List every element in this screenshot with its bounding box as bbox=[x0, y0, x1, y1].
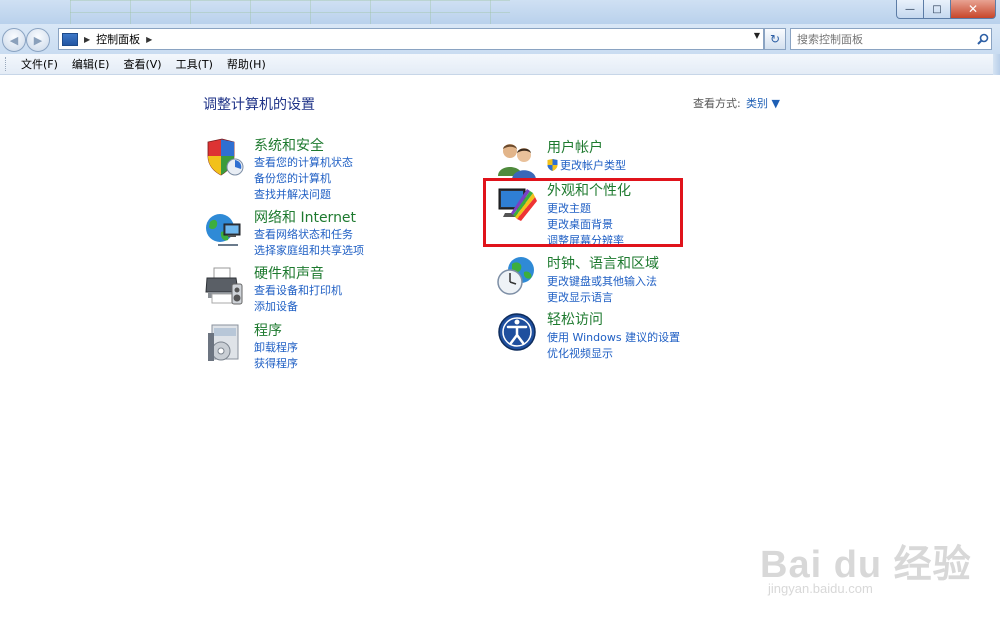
menu-help[interactable]: 帮助(H) bbox=[220, 56, 273, 72]
watermark-url: jingyan.baidu.com bbox=[768, 581, 873, 596]
highlight-box bbox=[483, 178, 683, 247]
search-icon[interactable] bbox=[977, 33, 989, 45]
link-change-display-language[interactable]: 更改显示语言 bbox=[547, 289, 613, 305]
title-bar[interactable]: — □ ✕ bbox=[0, 0, 1000, 24]
category-title[interactable]: 时钟、语言和区域 bbox=[547, 253, 659, 273]
printer-icon[interactable] bbox=[204, 266, 244, 306]
menu-tools[interactable]: 工具(T) bbox=[169, 56, 220, 72]
network-globe-icon[interactable] bbox=[204, 210, 244, 250]
maximize-button[interactable]: □ bbox=[924, 0, 951, 19]
link-view-computer-status[interactable]: 查看您的计算机状态 bbox=[254, 154, 353, 170]
link-homegroup-sharing[interactable]: 选择家庭组和共享选项 bbox=[254, 242, 364, 258]
view-by-dropdown[interactable]: 类别 ▼ bbox=[746, 95, 780, 111]
link-backup-computer[interactable]: 备份您的计算机 bbox=[254, 170, 331, 186]
watermark-logo: Bai du 经验 bbox=[760, 544, 972, 586]
view-by-label: 查看方式: bbox=[693, 97, 741, 110]
navigation-bar: ◀ ▶ ▶ 控制面板 ▶ ▼ ↻ bbox=[0, 24, 1000, 54]
link-add-device[interactable]: 添加设备 bbox=[254, 298, 298, 314]
close-button[interactable]: ✕ bbox=[951, 0, 996, 19]
page-title: 调整计算机的设置 bbox=[203, 97, 315, 113]
address-bar[interactable]: ▶ 控制面板 ▶ ▼ bbox=[58, 28, 764, 50]
minimize-button[interactable]: — bbox=[896, 0, 924, 19]
title-bar-background bbox=[70, 0, 510, 24]
link-windows-recommended-settings[interactable]: 使用 Windows 建议的设置 bbox=[547, 329, 680, 345]
shield-icon[interactable] bbox=[204, 138, 244, 178]
content-pane: 调整计算机的设置 查看方式: 类别 ▼ 系统和安全 查看您的计算机状态 备份您的… bbox=[0, 75, 1000, 624]
forward-button[interactable]: ▶ bbox=[26, 28, 50, 52]
uac-shield-icon bbox=[547, 159, 558, 171]
category-title[interactable]: 程序 bbox=[254, 320, 282, 340]
breadcrumb-control-panel[interactable]: 控制面板 bbox=[96, 31, 140, 47]
link-text[interactable]: 更改帐户类型 bbox=[560, 159, 626, 172]
breadcrumb-separator[interactable]: ▶ bbox=[84, 35, 90, 44]
menu-bar: 文件(F) 编辑(E) 查看(V) 工具(T) 帮助(H) bbox=[0, 54, 1000, 75]
refresh-button[interactable]: ↻ bbox=[764, 28, 786, 50]
search-input[interactable] bbox=[795, 31, 975, 47]
back-button[interactable]: ◀ bbox=[2, 28, 26, 52]
link-devices-printers[interactable]: 查看设备和打印机 bbox=[254, 282, 342, 298]
link-troubleshoot[interactable]: 查找并解决问题 bbox=[254, 186, 331, 202]
ease-of-access-icon[interactable] bbox=[497, 312, 537, 352]
programs-icon[interactable] bbox=[204, 323, 244, 363]
category-title[interactable]: 轻松访问 bbox=[547, 309, 603, 329]
menu-edit[interactable]: 编辑(E) bbox=[65, 56, 117, 72]
menu-view[interactable]: 查看(V) bbox=[116, 56, 168, 72]
category-title[interactable]: 硬件和声音 bbox=[254, 263, 324, 283]
users-icon[interactable] bbox=[497, 140, 537, 180]
link-uninstall-program[interactable]: 卸载程序 bbox=[254, 339, 298, 355]
link-get-programs[interactable]: 获得程序 bbox=[254, 355, 298, 371]
link-network-status[interactable]: 查看网络状态和任务 bbox=[254, 226, 353, 242]
menu-file[interactable]: 文件(F) bbox=[14, 56, 65, 72]
baidu-watermark: Bai du 经验 jingyan.baidu.com bbox=[760, 533, 990, 603]
address-dropdown-icon[interactable]: ▼ bbox=[754, 31, 760, 40]
search-box[interactable] bbox=[790, 28, 992, 50]
control-panel-icon bbox=[62, 32, 78, 46]
link-optimize-video-display[interactable]: 优化视频显示 bbox=[547, 345, 613, 361]
menu-grip bbox=[5, 57, 9, 71]
category-title[interactable]: 用户帐户 bbox=[547, 137, 603, 157]
link-change-keyboard-input[interactable]: 更改键盘或其他输入法 bbox=[547, 273, 657, 289]
category-title[interactable]: 系统和安全 bbox=[254, 135, 324, 155]
clock-globe-icon[interactable] bbox=[497, 256, 537, 296]
breadcrumb-separator[interactable]: ▶ bbox=[146, 35, 152, 44]
control-panel-window: — □ ✕ ◀ ▶ ▶ 控制面板 ▶ ▼ ↻ 文件(F) 编辑(E) 查看(V)… bbox=[0, 0, 1000, 624]
link-change-account-type[interactable]: 更改帐户类型 bbox=[547, 157, 626, 173]
window-controls: — □ ✕ bbox=[896, 0, 996, 19]
category-title[interactable]: 网络和 Internet bbox=[254, 207, 356, 227]
